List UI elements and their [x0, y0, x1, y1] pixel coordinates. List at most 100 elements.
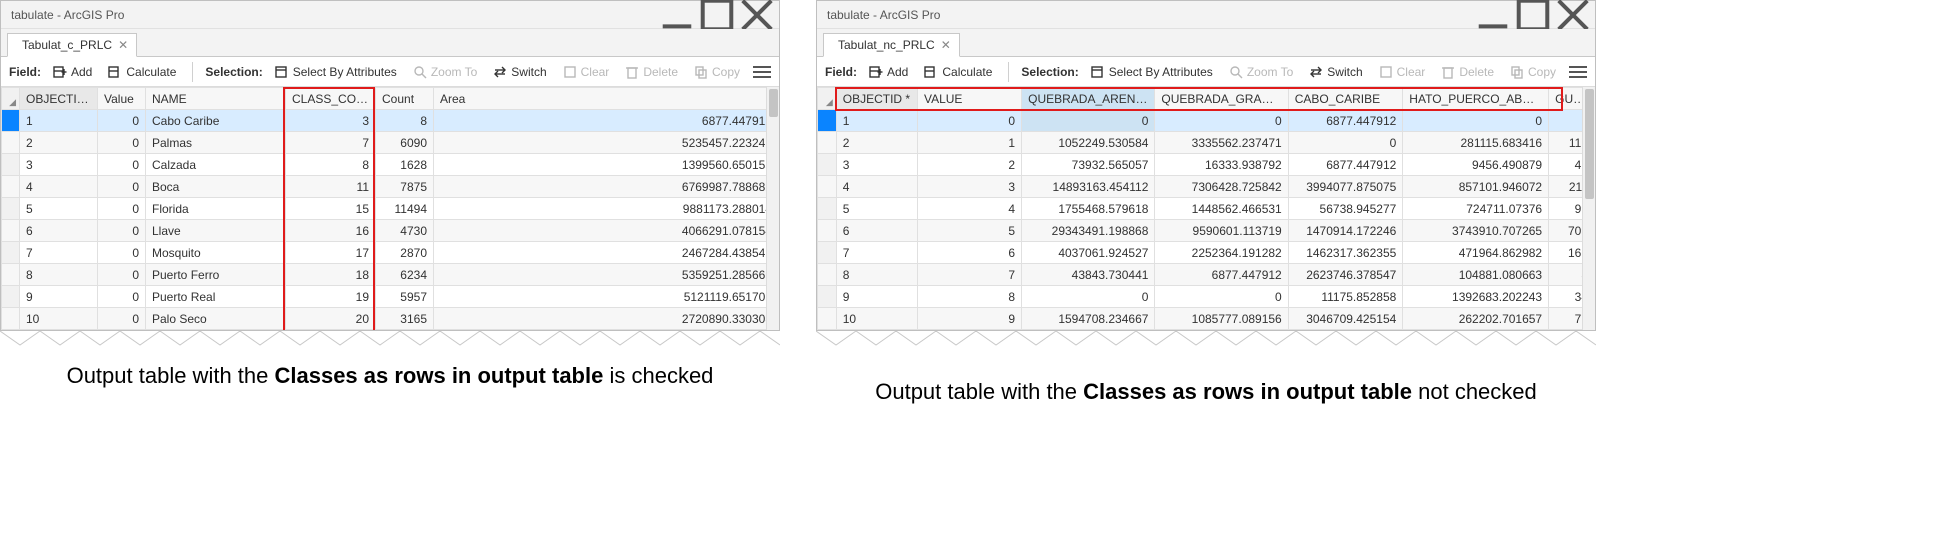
- close-button[interactable]: [737, 2, 777, 28]
- cell-value[interactable]: 0: [98, 110, 146, 132]
- cell[interactable]: 3994077.875075: [1288, 176, 1403, 198]
- cell-objectid[interactable]: 8: [20, 264, 98, 286]
- table-row[interactable]: 6529343491.1988689590601.1137191470914.1…: [818, 220, 1595, 242]
- vertical-scrollbar[interactable]: [766, 87, 779, 330]
- cell-classcode[interactable]: 16: [286, 220, 376, 242]
- cell-classcode[interactable]: 18: [286, 264, 376, 286]
- minimize-button[interactable]: [657, 2, 697, 28]
- vertical-scrollbar[interactable]: [1582, 87, 1595, 330]
- close-button[interactable]: [1553, 2, 1593, 28]
- cell[interactable]: 0: [1288, 132, 1403, 154]
- cell-value[interactable]: 0: [98, 154, 146, 176]
- table-row[interactable]: 4314893163.4541127306428.7258423994077.8…: [818, 176, 1595, 198]
- cell[interactable]: 7306428.725842: [1155, 176, 1288, 198]
- cell[interactable]: 857101.946072: [1403, 176, 1549, 198]
- data-table[interactable]: OBJECTID * Value NAME CLASS_CODE Count A…: [1, 87, 779, 330]
- table-menu-button[interactable]: [753, 66, 771, 78]
- cell[interactable]: 43843.730441: [1022, 264, 1155, 286]
- cell-name[interactable]: Cabo Caribe: [146, 110, 286, 132]
- cell-value[interactable]: 0: [98, 132, 146, 154]
- cell-classcode[interactable]: 17: [286, 242, 376, 264]
- cell[interactable]: 104881.080663: [1403, 264, 1549, 286]
- cell[interactable]: 1392683.202243: [1403, 286, 1549, 308]
- cell[interactable]: 11175.852858: [1288, 286, 1403, 308]
- cell-area[interactable]: 5121119.651705: [434, 286, 779, 308]
- col-objectid[interactable]: OBJECTID *: [836, 88, 917, 110]
- cell[interactable]: 9456.490879: [1403, 154, 1549, 176]
- cell[interactable]: 262202.701657: [1403, 308, 1549, 330]
- cell[interactable]: 14893163.454112: [1022, 176, 1155, 198]
- tab-close-icon[interactable]: ✕: [118, 38, 128, 52]
- cell-area[interactable]: 5359251.285669: [434, 264, 779, 286]
- cell[interactable]: 6877.447912: [1288, 154, 1403, 176]
- cell[interactable]: 2: [836, 132, 917, 154]
- table-row[interactable]: 3273932.56505716333.9387926877.447912945…: [818, 154, 1595, 176]
- cell[interactable]: 3: [836, 154, 917, 176]
- cell[interactable]: 6: [917, 242, 1021, 264]
- table-row[interactable]: 20Palmas760905235457.223247: [2, 132, 779, 154]
- cell[interactable]: 5: [836, 198, 917, 220]
- cell[interactable]: 471964.862982: [1403, 242, 1549, 264]
- cell-name[interactable]: Llave: [146, 220, 286, 242]
- cell[interactable]: 0: [1022, 110, 1155, 132]
- cell[interactable]: 3743910.707265: [1403, 220, 1549, 242]
- cell-value[interactable]: 0: [98, 242, 146, 264]
- cell-name[interactable]: Puerto Ferro: [146, 264, 286, 286]
- col-count[interactable]: Count: [376, 88, 434, 110]
- minimize-button[interactable]: [1473, 2, 1513, 28]
- cell[interactable]: 5: [917, 220, 1021, 242]
- cell-count[interactable]: 4730: [376, 220, 434, 242]
- col-name[interactable]: NAME: [146, 88, 286, 110]
- row-handle[interactable]: [818, 198, 837, 220]
- table-row[interactable]: 541755468.5796181448562.46653156738.9452…: [818, 198, 1595, 220]
- cell-name[interactable]: Calzada: [146, 154, 286, 176]
- cell-count[interactable]: 3165: [376, 308, 434, 330]
- cell[interactable]: 29343491.198868: [1022, 220, 1155, 242]
- cell-value[interactable]: 0: [98, 198, 146, 220]
- add-field-button[interactable]: Add: [865, 63, 912, 81]
- row-handle[interactable]: [2, 308, 20, 330]
- cell[interactable]: 1755468.579618: [1022, 198, 1155, 220]
- cell-value[interactable]: 0: [98, 220, 146, 242]
- cell[interactable]: 4: [917, 198, 1021, 220]
- cell[interactable]: 0: [1155, 110, 1288, 132]
- cell[interactable]: 16333.938792: [1155, 154, 1288, 176]
- table-row[interactable]: 10006877.4479120: [818, 110, 1595, 132]
- row-handle[interactable]: [818, 242, 837, 264]
- cell-name[interactable]: Palmas: [146, 132, 286, 154]
- table-header-row[interactable]: OBJECTID * Value NAME CLASS_CODE Count A…: [2, 88, 779, 110]
- cell[interactable]: 724711.07376: [1403, 198, 1549, 220]
- select-by-attributes-button[interactable]: Select By Attributes: [1087, 63, 1217, 81]
- cell-name[interactable]: Florida: [146, 198, 286, 220]
- table-row[interactable]: 1091594708.2346671085777.0891563046709.4…: [818, 308, 1595, 330]
- cell[interactable]: 1470914.172246: [1288, 220, 1403, 242]
- cell-area[interactable]: 1399560.650155: [434, 154, 779, 176]
- cell[interactable]: 4: [836, 176, 917, 198]
- cell[interactable]: 3: [917, 176, 1021, 198]
- cell-area[interactable]: 6769987.788682: [434, 176, 779, 198]
- cell[interactable]: 9590601.113719: [1155, 220, 1288, 242]
- table-header-row[interactable]: OBJECTID * VALUE QUEBRADA_ARENAS QUEBRAD…: [818, 88, 1595, 110]
- cell[interactable]: 0: [917, 110, 1021, 132]
- cell-name[interactable]: Mosquito: [146, 242, 286, 264]
- calculate-field-button[interactable]: Calculate: [920, 63, 996, 81]
- cell[interactable]: 1462317.362355: [1288, 242, 1403, 264]
- col-area[interactable]: Area: [434, 88, 779, 110]
- cell-count[interactable]: 5957: [376, 286, 434, 308]
- table-row[interactable]: 30Calzada816281399560.650155: [2, 154, 779, 176]
- cell[interactable]: 1085777.089156: [1155, 308, 1288, 330]
- row-handle-header[interactable]: [2, 88, 20, 110]
- cell-objectid[interactable]: 7: [20, 242, 98, 264]
- cell-objectid[interactable]: 3: [20, 154, 98, 176]
- cell-value[interactable]: 0: [98, 264, 146, 286]
- cell[interactable]: 8: [836, 264, 917, 286]
- cell[interactable]: 1594708.234667: [1022, 308, 1155, 330]
- cell-count[interactable]: 11494: [376, 198, 434, 220]
- cell-name[interactable]: Puerto Real: [146, 286, 286, 308]
- cell-area[interactable]: 5235457.223247: [434, 132, 779, 154]
- cell[interactable]: 0: [1403, 110, 1549, 132]
- row-handle[interactable]: [2, 198, 20, 220]
- col-hato-puerco-abajo[interactable]: HATO_PUERCO_ABAJO: [1403, 88, 1549, 110]
- cell[interactable]: 1052249.530584: [1022, 132, 1155, 154]
- row-handle[interactable]: [818, 154, 837, 176]
